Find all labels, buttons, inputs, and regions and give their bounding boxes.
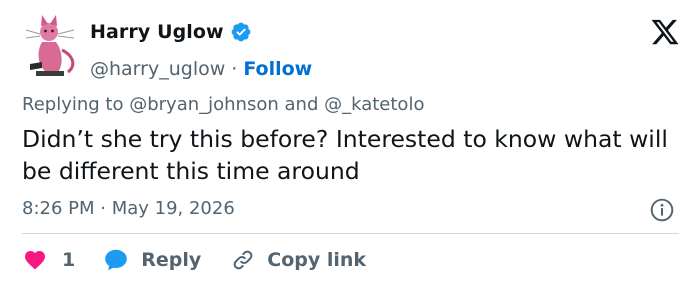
avatar[interactable] xyxy=(22,12,82,78)
mention-katetolo[interactable]: @_katetolo xyxy=(324,94,424,115)
link-icon xyxy=(233,250,253,270)
author-display-name[interactable]: Harry Uglow xyxy=(90,21,224,43)
tweet-text: Didn’t she try this before? Interested t… xyxy=(22,125,668,185)
speech-bubble-icon xyxy=(105,249,128,271)
handle-separator: · xyxy=(231,58,238,80)
like-button[interactable]: 1 xyxy=(22,248,75,272)
copy-link-button[interactable]: Copy link xyxy=(231,248,366,272)
verified-badge-icon xyxy=(231,22,251,42)
tweet-timestamp[interactable]: 8:26 PM · May 19, 2026 xyxy=(22,198,235,219)
tweet-header: Harry Uglow @harry_uglow · Follow xyxy=(22,12,682,82)
reply-context-prefix: Replying to xyxy=(22,94,124,115)
reply-context: Replying to @bryan_johnson and @_katetol… xyxy=(22,94,424,115)
heart-icon xyxy=(25,251,45,270)
author-name-row: Harry Uglow xyxy=(90,21,252,43)
tweet-actions-bar: 1 Reply Copy link xyxy=(22,246,366,274)
author-handle[interactable]: @harry_uglow xyxy=(90,58,225,80)
mention-bryan-johnson[interactable]: @bryan_johnson xyxy=(129,94,279,115)
info-icon[interactable] xyxy=(649,197,675,223)
reply-context-joiner: and xyxy=(284,94,319,115)
like-count: 1 xyxy=(62,249,76,271)
actions-divider xyxy=(22,233,679,234)
reply-button[interactable]: Reply xyxy=(103,247,201,273)
reply-label: Reply xyxy=(141,249,202,271)
follow-button[interactable]: Follow xyxy=(243,58,312,80)
author-handle-row: @harry_uglow · Follow xyxy=(90,58,312,80)
copy-link-label: Copy link xyxy=(267,249,367,271)
x-logo-icon[interactable] xyxy=(650,17,680,47)
tweet-embed-card: Harry Uglow @harry_uglow · Follow Replyi… xyxy=(0,0,700,287)
